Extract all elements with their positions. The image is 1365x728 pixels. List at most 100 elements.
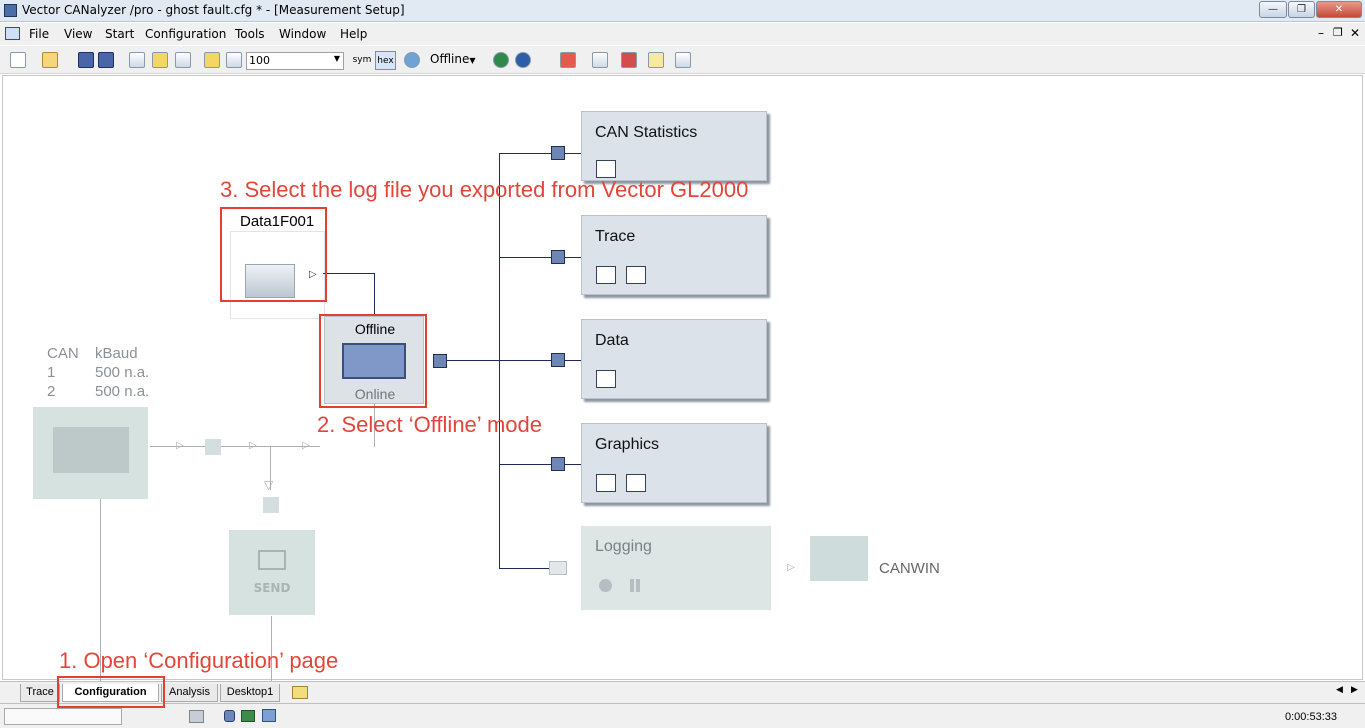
input-node [551,250,565,264]
chevron-down-icon: ▼ [333,54,340,63]
tab-desktop1[interactable]: Desktop1 [220,684,280,702]
graphics-block[interactable]: Graphics [581,423,767,503]
statistics-icon [596,160,616,178]
brush-icon[interactable] [621,52,637,68]
data-block[interactable]: Data [581,319,767,399]
status-field [4,708,122,725]
mdi-minimize-icon[interactable]: – [1318,26,1324,40]
send-block[interactable]: SEND [229,530,315,615]
menu-window[interactable]: Window [279,27,326,41]
trace-block[interactable]: Trace [581,215,767,295]
menu-help[interactable]: Help [340,27,367,41]
mdi-close-icon[interactable]: ✕ [1350,26,1360,40]
line [499,153,500,569]
can-card-block[interactable] [33,407,148,499]
new-page-icon[interactable] [292,686,308,699]
graphics-window-icon [596,474,616,492]
annotation-highlight-source [220,207,327,302]
arrow-down-icon: ▽ [264,478,274,492]
title-bar: Vector CANalyzer /pro - ghost fault.cfg … [0,0,1365,22]
can-baud: 500 n.a. [95,364,150,381]
mode-dropdown-label: Offline [430,52,470,66]
menu-start[interactable]: Start [105,27,134,41]
arrow-icon: ▷ [787,562,795,573]
mdi-icon [5,27,20,40]
menu-view[interactable]: View [64,27,92,41]
windows-icon[interactable] [675,52,691,68]
filter-icon[interactable] [560,52,576,68]
can-baud: 500 n.a. [95,383,150,400]
send-label: SEND [253,581,291,595]
close-button[interactable]: ✕ [1316,1,1362,18]
calculator-icon [189,710,204,723]
notepad-icon[interactable] [648,52,664,68]
logging-label: Logging [595,538,652,555]
data-label: Data [595,332,629,349]
tab-trace[interactable]: Trace [20,684,60,702]
menu-tools[interactable]: Tools [235,27,265,41]
lightning-icon[interactable] [152,52,168,68]
minimize-button[interactable]: — [1259,1,1287,18]
network-card-icon [53,427,129,473]
logging-block[interactable]: Logging [581,526,771,610]
tab-analysis[interactable]: Analysis [161,684,218,702]
trace-label: Trace [595,228,636,245]
mode-dropdown[interactable]: Offline▼ [430,52,480,70]
hex-toggle[interactable]: hex [375,51,396,70]
restore-button[interactable]: ❐ [1288,1,1315,18]
window-title: Vector CANalyzer /pro - ghost fault.cfg … [22,3,405,17]
filter-node [205,439,221,455]
annotation-step3: 3. Select the log file you exported from… [220,177,749,202]
break-icon[interactable] [226,52,242,68]
calendar-icon[interactable] [129,52,145,68]
scroll-left-icon[interactable]: ◀ [1336,685,1343,695]
output-node [433,354,447,368]
chevron-down-icon: ▼ [469,56,476,65]
annotation-highlight-mode [319,314,427,408]
menu-file[interactable]: File [29,27,49,41]
scroll-right-icon[interactable]: ▶ [1351,685,1358,695]
step-icon[interactable] [204,52,220,68]
save-icon[interactable] [78,52,94,68]
line [447,360,501,361]
arrow-icon: ▷ [176,440,184,451]
can-statistics-label: CAN Statistics [595,124,698,141]
line [499,360,581,361]
annotation-step2: 2. Select ‘Offline’ mode [317,412,543,437]
line [374,273,375,317]
pause-icon [630,579,634,592]
canwin-folder-icon [810,536,868,581]
can-channel: 1 [47,364,56,381]
can-row: 1 500 n.a. [47,364,149,381]
data-window-icon [596,370,616,388]
mdi-restore-icon[interactable]: ❐ [1333,26,1343,39]
record-icon [599,579,612,592]
logging-target-label: CANWIN [879,560,940,577]
line [499,257,581,258]
info-icon[interactable] [493,52,509,68]
line [499,464,581,465]
stop-icon[interactable] [175,52,191,68]
sym-toggle[interactable]: sym [352,52,372,70]
input-node [551,457,565,471]
toolbar: 100 ▼ sym hex Offline▼ [0,46,1365,74]
new-file-icon[interactable] [10,52,26,68]
zoom-combobox[interactable]: 100 ▼ [246,52,344,70]
menu-configuration[interactable]: Configuration [145,27,226,41]
annotation-highlight-tab [57,676,165,708]
can-channel: 2 [47,383,56,400]
menu-bar: File View Start Configuration Tools Wind… [0,23,1365,45]
zoom-value: 100 [249,54,270,67]
measurement-setup-canvas: CAN kBaud 1 500 n.a. 2 500 n.a. ▷ ▷ ▷ ▽ … [2,75,1363,681]
open-folder-icon[interactable] [42,52,58,68]
input-node [551,353,565,367]
save-all-icon[interactable] [98,52,114,68]
globe-icon[interactable] [404,52,420,68]
trace-list-icon [626,266,646,284]
line [499,568,551,569]
line [323,273,375,274]
help-icon[interactable] [515,52,531,68]
edit-icon[interactable] [592,52,608,68]
can-statistics-block[interactable]: CAN Statistics [581,111,767,181]
arrow-icon: ▷ [302,440,310,451]
